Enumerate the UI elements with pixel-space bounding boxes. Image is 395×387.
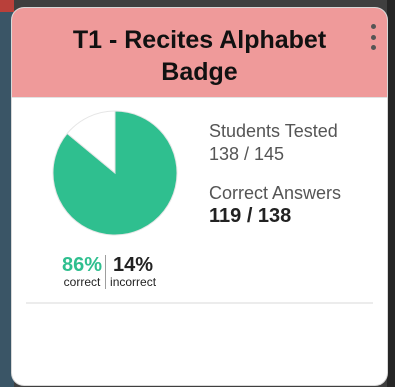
correct-answers: Correct Answers 119 / 138 bbox=[209, 182, 341, 228]
card-divider bbox=[26, 302, 373, 304]
card-header: T1 - Recites Alphabet Badge bbox=[12, 8, 387, 98]
incorrect-percentage-label: incorrect bbox=[110, 275, 157, 289]
incorrect-percentage-value: 14% bbox=[113, 254, 154, 276]
stats-panel: Students Tested 138 / 145 Correct Answer… bbox=[209, 120, 341, 228]
students-tested-label: Students Tested bbox=[209, 121, 338, 141]
students-tested-value: 138 / 145 bbox=[209, 144, 285, 164]
pie-chart bbox=[50, 108, 180, 238]
card-title: T1 - Recites Alphabet Badge bbox=[72, 26, 327, 86]
correct-answers-label: Correct Answers bbox=[209, 183, 342, 203]
correct-percentage: 86% correct bbox=[62, 255, 102, 289]
badge-card[interactable]: T1 - Recites Alphabet Badge 86% correct … bbox=[12, 8, 387, 385]
background-right bbox=[387, 0, 395, 387]
incorrect-percentage: 14% incorrect bbox=[110, 255, 156, 289]
menu-dot bbox=[370, 34, 376, 40]
percentage-summary: 86% correct 14% incorrect bbox=[62, 255, 156, 289]
menu-dot bbox=[370, 45, 376, 50]
correct-percentage-value: 86% bbox=[62, 254, 103, 276]
vertical-ellipsis-icon[interactable] bbox=[367, 24, 379, 50]
percentage-divider bbox=[105, 255, 107, 289]
students-tested: Students Tested 138 / 145 bbox=[209, 120, 341, 166]
correct-percentage-label: correct bbox=[63, 275, 101, 289]
menu-dot bbox=[370, 24, 376, 29]
pie-chart-svg bbox=[52, 110, 178, 236]
correct-answers-value: 119 / 138 bbox=[209, 205, 292, 227]
